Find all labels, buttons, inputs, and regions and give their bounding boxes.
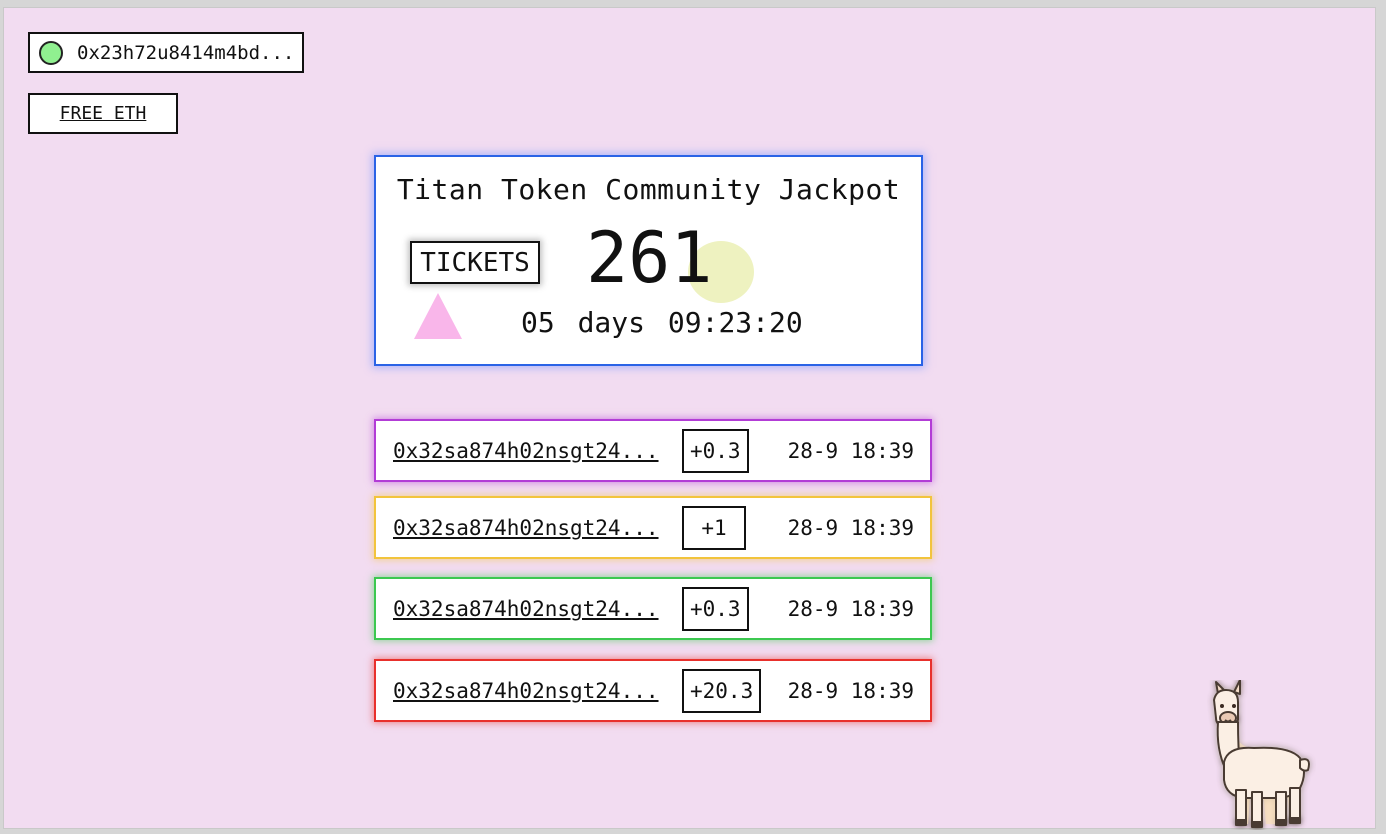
jackpot-title: Titan Token Community Jackpot: [396, 173, 901, 206]
transaction-address-link[interactable]: 0x32sa874h02nsgt24...: [393, 439, 659, 463]
free-eth-button[interactable]: FREE ETH: [28, 93, 178, 134]
ticket-count: 261: [586, 217, 713, 299]
transaction-time: 28-9 18:39: [787, 597, 914, 621]
wallet-status-icon: [39, 40, 63, 65]
transaction-row: 0x32sa874h02nsgt24... +0.3 28-9 18:39: [374, 577, 932, 640]
countdown-time: 09:23:20: [667, 306, 803, 339]
countdown-days: 05 days: [521, 306, 646, 339]
triangle-icon: [414, 293, 462, 339]
transaction-address-link[interactable]: 0x32sa874h02nsgt24...: [393, 516, 659, 540]
transaction-address-link[interactable]: 0x32sa874h02nsgt24...: [393, 597, 659, 621]
transaction-row: 0x32sa874h02nsgt24... +1 28-9 18:39: [374, 496, 932, 559]
llama-icon: [1213, 680, 1310, 828]
jackpot-card: Titan Token Community Jackpot TICKETS 26…: [374, 155, 923, 366]
transaction-time: 28-9 18:39: [787, 679, 914, 703]
wallet-badge[interactable]: 0x23h72u8414m4bd...: [28, 32, 304, 73]
transaction-time: 28-9 18:39: [787, 439, 914, 463]
transaction-amount: +1: [682, 506, 746, 550]
transaction-address-link[interactable]: 0x32sa874h02nsgt24...: [393, 679, 659, 703]
transaction-row: 0x32sa874h02nsgt24... +20.3 28-9 18:39: [374, 659, 932, 722]
transaction-amount: +20.3: [682, 669, 762, 713]
transaction-row: 0x32sa874h02nsgt24... +0.3 28-9 18:39: [374, 419, 932, 482]
transaction-amount: +0.3: [682, 429, 749, 473]
countdown: 05 days 09:23:20: [521, 306, 803, 339]
wallet-address: 0x23h72u8414m4bd...: [77, 41, 295, 64]
transaction-amount: +0.3: [682, 587, 749, 631]
tickets-button[interactable]: TICKETS: [410, 241, 540, 284]
transaction-time: 28-9 18:39: [787, 516, 914, 540]
